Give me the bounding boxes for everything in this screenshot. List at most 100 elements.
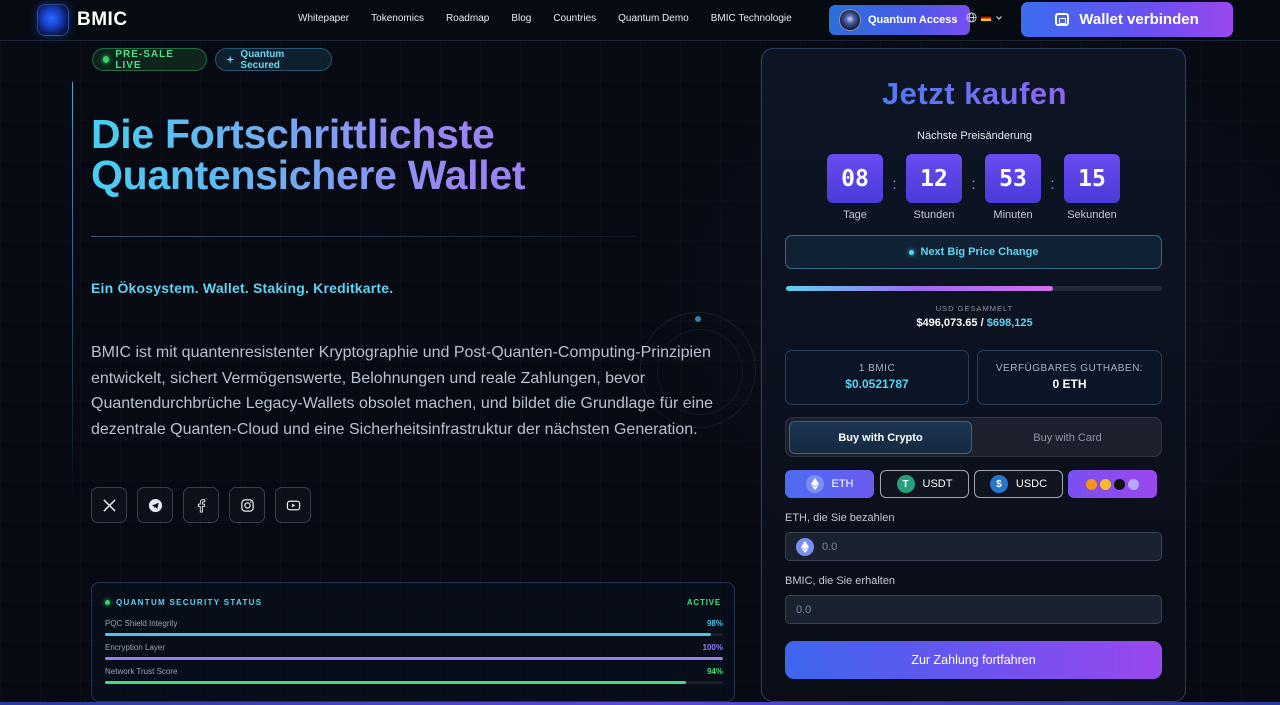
connect-wallet-button[interactable]: Wallet verbinden [1021, 2, 1233, 37]
social-links [91, 487, 311, 523]
nav-link-bmic-technologie[interactable]: BMIC Technologie [711, 13, 792, 24]
timer-minutes: 53 Minuten [985, 154, 1041, 221]
nav-link-roadmap[interactable]: Roadmap [446, 13, 489, 24]
coin-usdt-button[interactable]: T USDT [880, 470, 969, 498]
timer-hours: 12 Stunden [906, 154, 962, 221]
top-nav: BMIC Whitepaper Tokenomics Roadmap Blog … [0, 0, 1280, 41]
presale-progress-fill [786, 286, 1054, 291]
tab-buy-with-card[interactable]: Buy with Card [976, 421, 1159, 454]
token-price-value: $0.0521787 [845, 377, 909, 391]
x-icon [102, 498, 116, 512]
nav-link-tokenomics[interactable]: Tokenomics [371, 13, 424, 24]
tagline: Ein Ökosystem. Wallet. Staking. Kreditka… [91, 280, 394, 296]
security-status-label: QUANTUM SECURITY STATUS [116, 598, 263, 607]
quantum-security-status-panel: QUANTUM SECURITY STATUS ACTIVE PQC Shiel… [91, 582, 735, 702]
receive-amount-input[interactable]: 0.0 [785, 595, 1162, 624]
coin-eth-label: ETH [831, 478, 854, 490]
receive-amount-label: BMIC, die Sie erhalten [785, 575, 896, 587]
metric-network-trust: Network Trust Score 94% [105, 667, 723, 684]
token-price-label: 1 BMIC [858, 363, 896, 374]
social-x-button[interactable] [91, 487, 127, 523]
usd-raised-amount: $496,073.65 [916, 317, 978, 329]
logo-orb-icon [37, 4, 69, 36]
usd-goal-amount: $698,125 [986, 317, 1033, 329]
metric-label: Network Trust Score [105, 667, 178, 676]
balance-label: VERFÜGBARES GUTHABEN: [995, 363, 1144, 374]
youtube-icon [286, 500, 300, 510]
sparkle-icon [226, 55, 235, 64]
quantum-secured-badge: Quantum Secured [215, 48, 332, 71]
social-youtube-button[interactable] [275, 487, 311, 523]
coin-eth-button[interactable]: ETH [785, 470, 874, 498]
quantum-access-label: Quantum Access [868, 14, 958, 26]
sparkle-more-icon [1128, 478, 1139, 490]
logo-text: BMIC [77, 9, 128, 30]
buy-card: Jetzt kaufen Nächste Preisänderung 08 Ta… [761, 48, 1186, 702]
coin-usdt-label: USDT [922, 478, 953, 490]
timer-hours-value: 12 [906, 154, 962, 203]
timer-hours-label: Stunden [913, 209, 955, 221]
timer-minutes-value: 53 [985, 154, 1041, 203]
timer-separator: : [1050, 176, 1055, 193]
payment-method-tabs: Buy with Crypto Buy with Card [785, 417, 1162, 457]
metric-bar [105, 633, 711, 636]
divider [91, 236, 635, 237]
nav-link-blog[interactable]: Blog [511, 13, 531, 24]
telegram-icon [148, 498, 162, 512]
nav-link-whitepaper[interactable]: Whitepaper [298, 13, 349, 24]
metric-bar [105, 657, 723, 660]
quantum-access-button[interactable]: Quantum Access [829, 5, 970, 35]
proceed-to-payment-button[interactable]: Zur Zahlung fortfahren [785, 641, 1162, 679]
coin-usdc-button[interactable]: $ USDC [974, 470, 1063, 498]
ethereum-icon [796, 537, 814, 556]
globe-icon [966, 12, 977, 23]
more-coins-button[interactable] [1068, 470, 1157, 498]
receive-amount-placeholder: 0.0 [796, 603, 812, 616]
next-price-change-banner: Next Big Price Change [785, 235, 1162, 269]
metric-value: 100% [702, 643, 723, 652]
buy-title: Jetzt kaufen [762, 76, 1187, 112]
facebook-icon [197, 498, 205, 513]
nav-link-quantum-demo[interactable]: Quantum Demo [618, 13, 689, 24]
balance-value: 0 ETH [1052, 377, 1087, 391]
banner-dot-icon [908, 249, 914, 255]
metric-value: 98% [706, 619, 723, 628]
metric-value: 94% [706, 667, 723, 676]
solana-icon [1114, 478, 1125, 490]
timer-seconds: 15 Sekunden [1064, 154, 1120, 221]
metric-label: PQC Shield Integrity [105, 619, 178, 628]
status-dot-icon [105, 600, 110, 605]
tab-buy-with-crypto[interactable]: Buy with Crypto [789, 421, 972, 454]
bnb-icon [1100, 478, 1111, 490]
usd-separator: / [977, 317, 987, 329]
usd-raised-label: USD GESAMMELT [935, 304, 1014, 313]
tether-icon: T [896, 475, 915, 493]
logo[interactable]: BMIC [37, 4, 128, 36]
instagram-icon [240, 498, 254, 512]
ethereum-icon [805, 475, 824, 493]
hero-description: BMIC ist mit quantenresistenter Kryptogr… [91, 344, 714, 438]
metric-label: Encryption Layer [105, 643, 166, 652]
presale-live-label: PRE-SALE LIVE [115, 48, 174, 71]
metric-pqc-shield: PQC Shield Integrity 98% [105, 619, 723, 636]
social-telegram-button[interactable] [137, 487, 173, 523]
nav-link-countries[interactable]: Countries [553, 13, 596, 24]
timer-separator: : [971, 176, 976, 193]
presale-live-badge: PRE-SALE LIVE [92, 48, 207, 71]
buy-title-text: Jetzt kaufen [881, 76, 1068, 111]
countdown-timer: 08 Tage : 12 Stunden : 53 Minuten : 15 S… [827, 154, 1120, 221]
chevron-down-icon [996, 15, 1002, 20]
language-selector[interactable] [966, 12, 1003, 23]
quantum-orb-icon [839, 9, 861, 31]
social-facebook-button[interactable] [183, 487, 219, 523]
token-price-box: 1 BMIC $0.0521787 [785, 350, 969, 405]
timer-seconds-value: 15 [1064, 154, 1120, 203]
quantum-secured-label: Quantum Secured [240, 48, 285, 71]
timer-days-label: Tage [843, 209, 867, 221]
timer-minutes-label: Minuten [993, 209, 1033, 221]
presale-progress-bar [786, 286, 1162, 291]
social-instagram-button[interactable] [229, 487, 265, 523]
pay-amount-input[interactable]: 0.0 [785, 532, 1162, 561]
balance-box: VERFÜGBARES GUTHABEN: 0 ETH [977, 350, 1162, 405]
pay-amount-label: ETH, die Sie bezahlen [785, 512, 895, 524]
